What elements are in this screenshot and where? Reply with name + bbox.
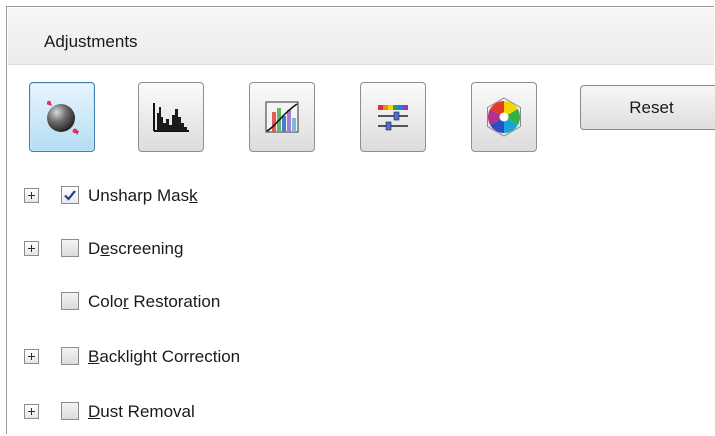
descreening-label[interactable]: Descreening	[88, 239, 183, 259]
expand-icon[interactable]	[24, 349, 39, 364]
unsharp-mask-label[interactable]: Unsharp Mask	[88, 186, 198, 206]
option-row-unsharp-mask: Unsharp Mask	[0, 183, 715, 209]
auto-exposure-icon	[46, 100, 79, 135]
unsharp-mask-checkbox[interactable]	[61, 186, 79, 204]
histogram-button[interactable]	[138, 82, 204, 152]
expand-icon[interactable]	[24, 188, 39, 203]
color-palette-button[interactable]	[471, 82, 537, 152]
tone-curve-icon	[265, 101, 299, 133]
option-row-backlight-correction: Backlight Correction	[0, 344, 715, 370]
panel-header: Adjustments	[8, 8, 714, 65]
color-restoration-checkbox[interactable]	[61, 292, 79, 310]
descreening-checkbox[interactable]	[61, 239, 79, 257]
reset-button[interactable]: Reset	[580, 85, 715, 130]
sliders-icon	[378, 105, 408, 131]
color-restoration-label[interactable]: Color Restoration	[88, 292, 220, 312]
image-adjustment-button[interactable]	[360, 82, 426, 152]
backlight-correction-checkbox[interactable]	[61, 347, 79, 365]
check-mark-icon	[64, 190, 76, 201]
dust-removal-checkbox[interactable]	[61, 402, 79, 420]
auto-exposure-button[interactable]	[29, 82, 95, 152]
expand-icon[interactable]	[24, 241, 39, 256]
option-row-dust-removal: Dust Removal	[0, 399, 715, 425]
expand-icon[interactable]	[24, 404, 39, 419]
option-row-descreening: Descreening	[0, 236, 715, 262]
histogram-icon	[153, 103, 189, 132]
option-row-color-restoration: Color Restoration	[0, 289, 715, 315]
panel-title: Adjustments	[44, 32, 138, 51]
tone-correction-button[interactable]	[249, 82, 315, 152]
color-wheel-icon	[487, 97, 521, 137]
dust-removal-label[interactable]: Dust Removal	[88, 402, 195, 422]
backlight-correction-label[interactable]: Backlight Correction	[88, 347, 240, 367]
